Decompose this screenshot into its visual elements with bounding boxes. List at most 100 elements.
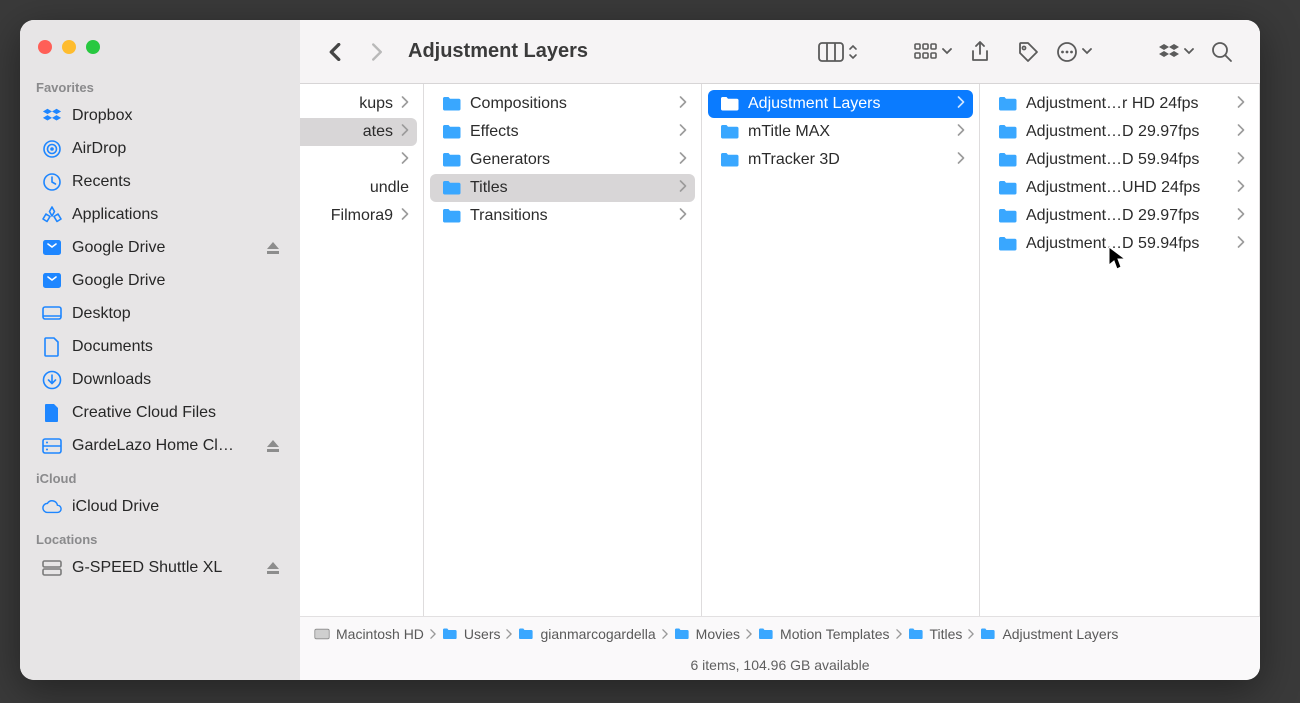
item-label: Titles <box>470 179 671 197</box>
list-item[interactable]: Effects <box>430 118 695 146</box>
list-item[interactable]: Adjustment…UHD 24fps <box>986 174 1253 202</box>
path-segment[interactable]: gianmarcogardella <box>518 626 655 642</box>
path-segment[interactable]: Motion Templates <box>758 626 889 642</box>
sidebar-item[interactable]: Google Drive <box>26 232 294 264</box>
list-item[interactable]: Generators <box>430 146 695 174</box>
path-segment[interactable]: Users <box>442 626 501 642</box>
sidebar-item[interactable]: iCloud Drive <box>26 491 294 523</box>
sidebar-item[interactable]: Creative Cloud Files <box>26 397 294 429</box>
sidebar-item[interactable]: Applications <box>26 199 294 231</box>
folder-icon <box>720 95 740 113</box>
item-label: mTracker 3D <box>748 151 949 169</box>
folder-icon <box>998 235 1018 253</box>
path-segment[interactable]: Adjustment Layers <box>980 626 1118 642</box>
window-title: Adjustment Layers <box>408 40 588 63</box>
apps-icon <box>42 205 62 225</box>
list-item[interactable]: mTracker 3D <box>708 146 973 174</box>
path-separator-icon <box>662 626 668 642</box>
path-segment[interactable]: Movies <box>674 626 740 642</box>
chevron-right-icon <box>679 95 687 113</box>
download-icon <box>42 370 62 390</box>
column: Adjustment…r HD 24fps Adjustment…D 29.97f… <box>980 84 1260 616</box>
sidebar-item[interactable]: G-SPEED Shuttle XL <box>26 552 294 584</box>
sidebar-item-label: Desktop <box>72 305 131 323</box>
list-item[interactable]: ates <box>300 118 417 146</box>
sidebar-item-label: Dropbox <box>72 107 132 125</box>
list-item[interactable]: Titles <box>430 174 695 202</box>
list-item[interactable]: Adjustment…D 59.94fps <box>986 146 1253 174</box>
chevron-right-icon <box>679 123 687 141</box>
folder-icon <box>998 95 1018 113</box>
path-separator-icon <box>746 626 752 642</box>
doc-icon <box>42 337 62 357</box>
action-button[interactable] <box>1056 41 1092 63</box>
finder-window: Favorites Dropbox AirDrop Recents Applicatio… <box>20 20 1260 680</box>
eject-icon[interactable] <box>266 439 280 453</box>
chevron-right-icon <box>1237 95 1245 113</box>
sidebar-item-label: AirDrop <box>72 140 126 158</box>
list-item[interactable]: kups <box>300 90 417 118</box>
list-item[interactable] <box>300 146 417 174</box>
sidebar-item[interactable]: Desktop <box>26 298 294 330</box>
sidebar-section-label: Favorites <box>20 72 300 99</box>
sidebar-item[interactable]: Recents <box>26 166 294 198</box>
item-label: Adjustment Layers <box>748 95 949 113</box>
eject-icon[interactable] <box>266 561 280 575</box>
gdrive-icon <box>42 238 62 258</box>
eject-icon[interactable] <box>266 241 280 255</box>
back-button[interactable] <box>318 35 352 69</box>
clock-icon <box>42 172 62 192</box>
sidebar-item-label: G-SPEED Shuttle XL <box>72 559 222 577</box>
folder-icon <box>442 207 462 225</box>
chevron-right-icon <box>679 207 687 225</box>
view-columns-button[interactable] <box>818 42 858 62</box>
share-button[interactable] <box>960 32 1000 72</box>
folder-icon <box>442 179 462 197</box>
list-item[interactable]: mTitle MAX <box>708 118 973 146</box>
list-item[interactable]: Compositions <box>430 90 695 118</box>
search-button[interactable] <box>1202 32 1242 72</box>
sidebar-item[interactable]: Google Drive <box>26 265 294 297</box>
tags-button[interactable] <box>1008 32 1048 72</box>
item-label: mTitle MAX <box>748 123 949 141</box>
column-view: kups ates undle Filmora9 CompositionsEffects… <box>300 84 1260 616</box>
path-separator-icon <box>968 626 974 642</box>
close-button[interactable] <box>38 40 52 54</box>
chevron-right-icon <box>957 123 965 141</box>
list-item[interactable]: Adjustment Layers <box>708 90 973 118</box>
list-item[interactable]: undle <box>300 174 417 202</box>
sidebar-item-label: Documents <box>72 338 153 356</box>
chevron-right-icon <box>401 151 409 169</box>
path-segment[interactable]: Macintosh HD <box>314 626 424 642</box>
chevron-right-icon <box>401 207 409 225</box>
path-separator-icon <box>896 626 902 642</box>
sidebar-item[interactable]: Documents <box>26 331 294 363</box>
sidebar-item[interactable]: GardeLazo Home Cl… <box>26 430 294 462</box>
chevron-right-icon <box>957 151 965 169</box>
column: Adjustment Layers mTitle MAX mTracker 3D <box>702 84 980 616</box>
item-label: Adjustment…D 29.97fps <box>1026 123 1229 141</box>
status-text: 6 items, 104.96 GB available <box>691 657 870 673</box>
list-item[interactable]: Transitions <box>430 202 695 230</box>
chevron-right-icon <box>1237 207 1245 225</box>
sidebar-item-label: Applications <box>72 206 158 224</box>
list-item[interactable]: Adjustment…D 59.94fps <box>986 230 1253 258</box>
sidebar-item[interactable]: AirDrop <box>26 133 294 165</box>
item-label: undle <box>300 179 409 197</box>
chevron-right-icon <box>1237 123 1245 141</box>
item-label: ates <box>300 123 393 141</box>
path-bar[interactable]: Macintosh HD Users gianmarcogardella Movies… <box>300 616 1260 650</box>
list-item[interactable]: Adjustment…D 29.97fps <box>986 202 1253 230</box>
sidebar-item[interactable]: Downloads <box>26 364 294 396</box>
group-button[interactable] <box>914 43 952 61</box>
dropbox-button[interactable] <box>1158 43 1194 61</box>
list-item[interactable]: Adjustment…D 29.97fps <box>986 118 1253 146</box>
path-segment[interactable]: Titles <box>908 626 963 642</box>
list-item[interactable]: Adjustment…r HD 24fps <box>986 90 1253 118</box>
minimize-button[interactable] <box>62 40 76 54</box>
zoom-button[interactable] <box>86 40 100 54</box>
list-item[interactable]: Filmora9 <box>300 202 417 230</box>
sidebar-item[interactable]: Dropbox <box>26 100 294 132</box>
forward-button[interactable] <box>360 35 394 69</box>
folder-icon <box>720 151 740 169</box>
